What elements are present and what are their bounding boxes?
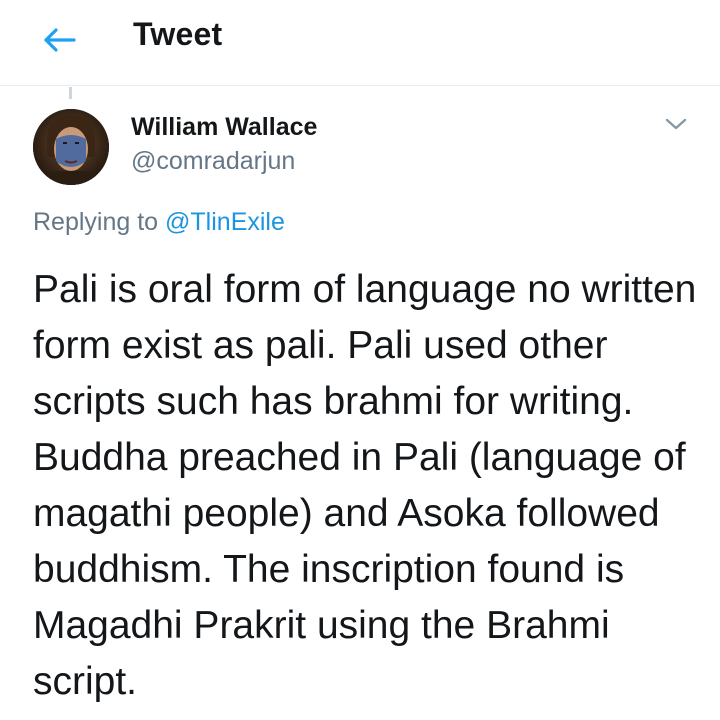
user-avatar-portrait — [33, 109, 109, 185]
chevron-down-icon — [665, 118, 687, 130]
author-handle[interactable]: @comradarjun — [131, 147, 295, 176]
reply-prefix: Replying to — [33, 208, 159, 236]
thread-connector-line — [69, 87, 72, 99]
avatar[interactable] — [33, 109, 109, 185]
tweet-menu-button[interactable] — [662, 114, 690, 134]
top-bar: Tweet — [0, 0, 720, 86]
arrow-left-icon — [44, 28, 76, 52]
reply-context: Replying to @TlinExile — [33, 208, 285, 237]
author-name[interactable]: William Wallace — [131, 113, 317, 142]
back-button[interactable] — [38, 22, 82, 58]
tweet-text: Pali is oral form of language no written… — [33, 268, 697, 703]
page-title: Tweet — [133, 16, 223, 52]
reply-mention-link[interactable]: @TlinExile — [165, 208, 285, 236]
